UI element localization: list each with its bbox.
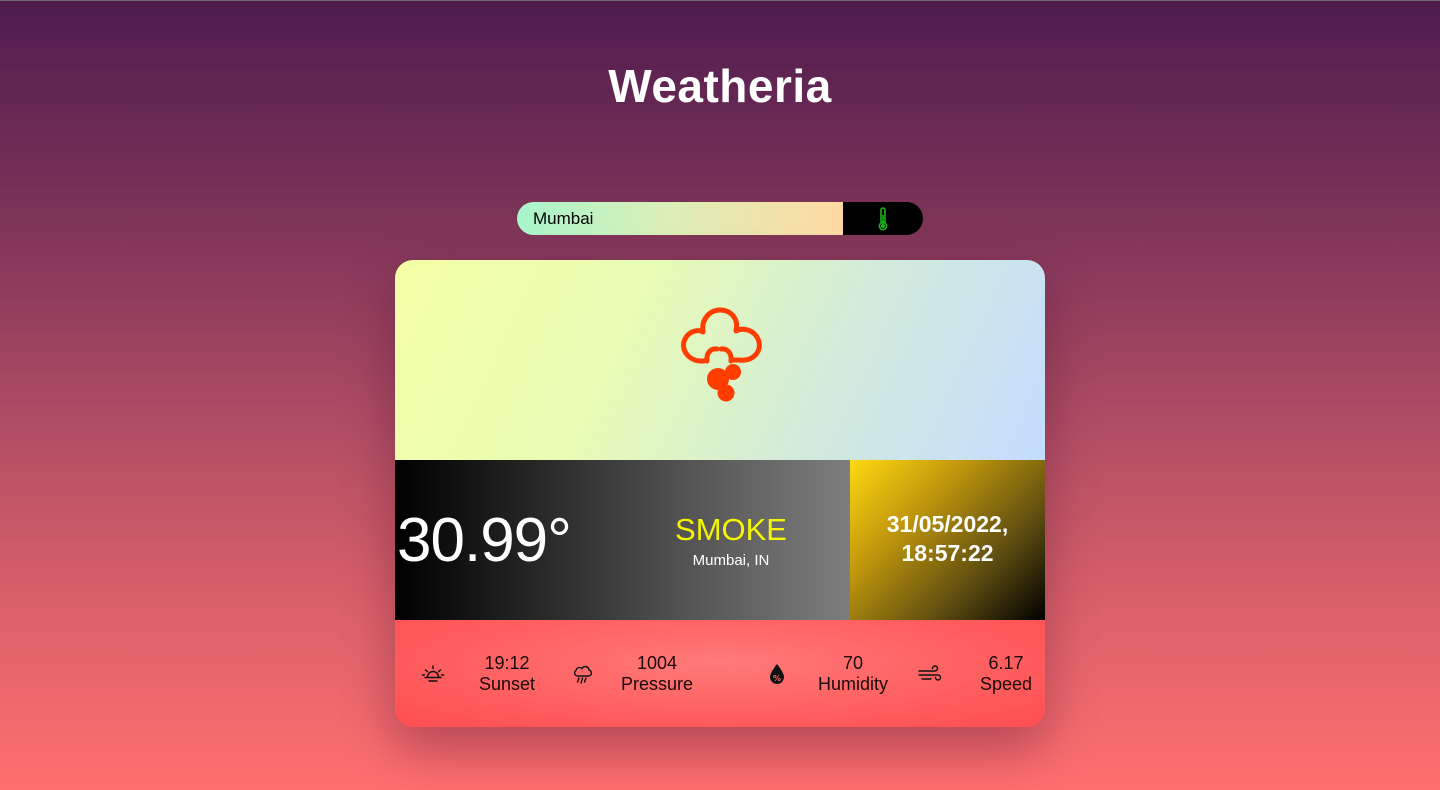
svg-text:%: % xyxy=(773,674,781,683)
humidity-value: 70 xyxy=(842,653,864,673)
sunset-value: 19:12 xyxy=(484,653,530,673)
stat-humidity: 70 Humidity xyxy=(809,653,897,695)
datetime-panel: 31/05/2022, 18:57:22 xyxy=(850,460,1045,620)
speed-label: Speed xyxy=(979,674,1033,694)
stat-pressure: 1004 Pressure xyxy=(611,653,703,695)
rain-cloud-icon xyxy=(573,665,593,684)
smoke-icon xyxy=(681,307,762,402)
datetime: 31/05/2022, 18:57:22 xyxy=(887,510,1009,568)
speed-value: 6.17 xyxy=(988,653,1024,673)
wind-icon xyxy=(918,665,942,681)
weather-condition: SMOKE xyxy=(675,512,787,547)
stat-sunset: 19:12 Sunset xyxy=(465,653,549,695)
pressure-label: Pressure xyxy=(620,674,694,694)
weather-icon-panel xyxy=(395,260,1045,460)
date-value: 31/05/2022, xyxy=(886,510,1009,537)
search-bar xyxy=(517,202,923,235)
search-button[interactable] xyxy=(843,202,923,235)
app-title: Weatheria xyxy=(608,60,832,112)
stat-speed: 6.17 Speed xyxy=(967,653,1045,695)
humidity-drop-icon: % xyxy=(770,664,784,684)
weather-card: 30.99° SMOKE Mumbai, IN 31/05/2022, 18:5… xyxy=(395,260,1045,727)
pressure-value: 1004 xyxy=(636,653,678,673)
temperature-panel: 30.99° SMOKE Mumbai, IN xyxy=(395,460,850,620)
temperature-value: 30.99° xyxy=(397,506,572,575)
location-label: Mumbai, IN xyxy=(692,552,770,569)
thermometer-icon xyxy=(878,206,888,230)
weather-summary: 30.99° SMOKE Mumbai, IN 31/05/2022, 18:5… xyxy=(395,460,1045,620)
humidity-label: Humidity xyxy=(817,674,888,694)
sunset-icon xyxy=(421,665,445,682)
time-value: 18:57:22 xyxy=(901,539,994,566)
stats-row: 19:12 Sunset 1004 Pressure % 70 Humidity xyxy=(395,620,1045,727)
search-input[interactable] xyxy=(517,202,843,235)
sunset-label: Sunset xyxy=(478,674,536,694)
